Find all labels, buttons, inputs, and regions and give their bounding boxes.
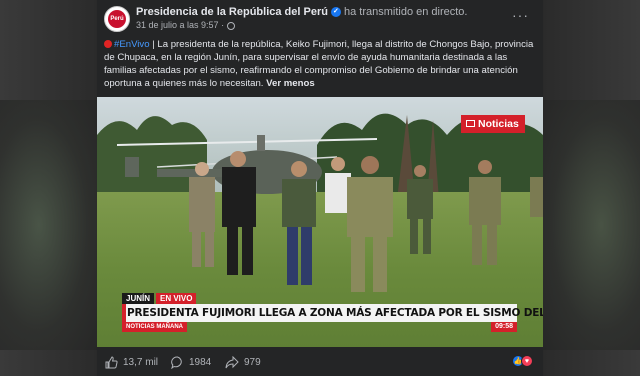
post-header: Perú Presidencia de la República del Per…	[97, 0, 543, 36]
blurred-background-right	[543, 100, 640, 350]
share-count: 979	[244, 357, 261, 368]
like-icon	[105, 356, 118, 369]
lower-third-headline: PRESIDENTA FUJIMORI LLEGA A ZONA MÁS AFE…	[122, 304, 543, 322]
lower-third-accent-bar	[122, 304, 126, 322]
live-dot-icon	[104, 40, 112, 49]
lower-third-brand: NOTICIAS MAÑANA	[122, 322, 187, 332]
globe-icon	[227, 21, 236, 30]
tv-icon	[466, 120, 475, 127]
video-player[interactable]: Noticias JUNÍN EN VIVO PRESIDENTA FUJIMO…	[97, 97, 543, 347]
share-stat[interactable]: 979	[225, 356, 261, 369]
post-timestamp[interactable]: 31 de julio a las 9:57	[136, 20, 219, 30]
page-name[interactable]: Presidencia de la República del Perú ✓ ha …	[136, 6, 467, 18]
see-less-link[interactable]: Ver menos	[266, 78, 315, 89]
news-badge-label: Noticias	[478, 118, 519, 130]
verified-badge-icon: ✓	[330, 7, 341, 18]
love-reaction-icon: ♥	[521, 355, 533, 367]
news-lower-third: JUNÍN EN VIVO PRESIDENTA FUJIMORI LLEGA …	[122, 293, 543, 337]
post-meta: 31 de julio a las 9:57 ·	[136, 20, 236, 30]
avatar-crest-icon: Perú	[108, 10, 126, 28]
lower-third-location: JUNÍN	[122, 293, 155, 304]
hashtag-link[interactable]: #EnVivo	[114, 39, 150, 50]
facebook-post-card: Perú Presidencia de la República del Per…	[97, 0, 543, 376]
more-options-button[interactable]: ···	[512, 8, 529, 22]
post-action-text: ha transmitido en directo.	[343, 6, 468, 18]
like-stat[interactable]: 13,7 mil	[105, 356, 158, 369]
lower-third-time: 09:58	[491, 322, 517, 332]
post-body: #EnVivo | La presidenta de la república,…	[104, 38, 534, 90]
news-channel-badge: Noticias	[461, 115, 525, 133]
comment-count: 1984	[189, 357, 212, 368]
reaction-icons[interactable]: 👍 ♥	[512, 355, 533, 367]
page-name-link[interactable]: Presidencia de la República del Perú	[136, 6, 328, 18]
post-footer: 13,7 mil 1984 979 👍 ♥	[97, 347, 543, 376]
blurred-background-left	[0, 100, 97, 350]
like-count: 13,7 mil	[123, 357, 159, 368]
lower-third-live-tag: EN VIVO	[156, 293, 197, 304]
share-icon	[225, 356, 239, 369]
comment-stat[interactable]: 1984	[171, 356, 211, 369]
post-body-text: | La presidenta de la república, Keiko F…	[104, 39, 534, 89]
avatar[interactable]: Perú	[104, 6, 130, 32]
comment-icon	[171, 356, 182, 369]
